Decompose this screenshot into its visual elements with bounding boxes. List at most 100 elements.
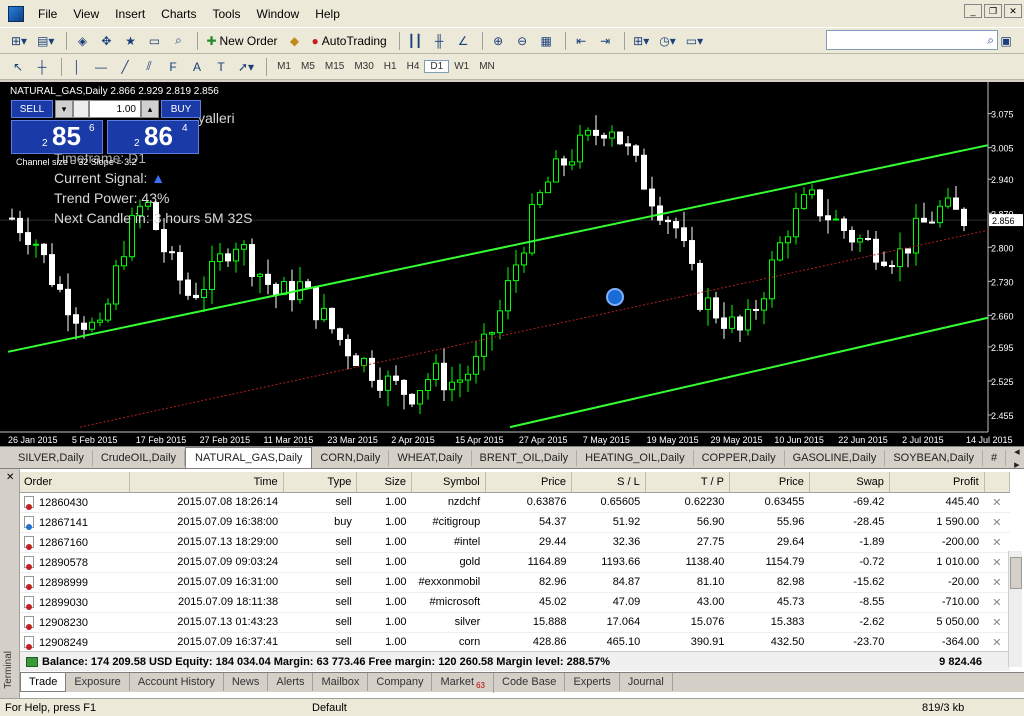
sell-button[interactable]: SELL [11,100,53,118]
tab-experts[interactable]: Experts [565,673,620,691]
lot-increase-icon[interactable]: ▴ [141,100,159,118]
column-header[interactable]: Symbol [411,472,486,493]
column-header[interactable]: Size [356,472,413,493]
zoom-in-icon[interactable]: ⊕ [488,31,508,51]
terminal-close-icon[interactable]: ✕ [6,472,14,483]
terminal-icon[interactable]: ▭ [144,31,164,51]
horizontal-line-icon[interactable]: — [91,57,111,77]
indicators-icon[interactable]: ⊞▾ [630,31,652,51]
column-header[interactable]: Time [129,472,284,493]
zoom-out-icon[interactable]: ⊖ [512,31,532,51]
chart-tab[interactable]: CORN,Daily [312,449,390,466]
table-row[interactable]: 12890578 2015.07.09 09:03:24 sell 1.00 gold 1… [20,552,1010,573]
app-icon[interactable] [8,5,24,22]
candlestick-icon[interactable]: ╫ [429,31,449,51]
timeframe-mn[interactable]: MN [474,61,500,72]
lot-decrease-icon[interactable]: ▾ [55,100,73,118]
tab-company[interactable]: Company [368,673,433,691]
sell-price[interactable]: 2 85 6 [11,120,103,154]
table-row[interactable]: 12908249 2015.07.09 16:37:41 sell 1.00 corn 4… [20,632,1010,653]
chart-window[interactable]: 3.0753.0052.9402.8702.8002.7302.6602.595… [0,82,1024,446]
table-row[interactable]: 12899030 2015.07.09 18:11:38 sell 1.00 #micr… [20,592,1010,613]
tab-journal[interactable]: Journal [620,673,673,691]
column-header[interactable]: Type [283,472,358,493]
chart-tab[interactable]: BRENT_OIL,Daily [472,449,578,466]
timeframe-w1[interactable]: W1 [449,61,474,72]
column-header[interactable]: T / P [645,472,730,493]
arrows-icon[interactable]: ➚▾ [235,57,257,77]
tab-mailbox[interactable]: Mailbox [313,673,369,691]
menu-charts[interactable]: Charts [153,4,204,24]
close-order-icon[interactable]: ✕ [984,572,1010,593]
close-order-icon[interactable]: ✕ [984,632,1010,653]
strategy-tester-icon[interactable]: ⌕ [168,31,188,51]
tab-alerts[interactable]: Alerts [268,673,314,691]
vertical-line-icon[interactable]: │ [67,57,87,77]
chart-tab[interactable]: # [983,449,1007,466]
table-row[interactable]: 12867141 2015.07.09 16:38:00 buy 1.00 #citig… [20,512,1010,533]
chart-tab[interactable]: WHEAT,Daily [389,449,472,466]
timeframe-h4[interactable]: H4 [402,61,425,72]
tab-exposure[interactable]: Exposure [66,673,130,691]
chart-tab[interactable]: HEATING_OIL,Daily [577,449,694,466]
search-icon[interactable]: ⌕ [987,33,994,48]
tab-news[interactable]: News [224,673,269,691]
profiles-icon[interactable]: ▤▾ [34,31,57,51]
close-order-icon[interactable]: ✕ [984,552,1010,573]
timeframe-m1[interactable]: M1 [272,61,296,72]
restore-icon[interactable]: ❐ [984,4,1002,18]
timeframe-m15[interactable]: M15 [320,61,349,72]
templates-icon[interactable]: ▭▾ [683,31,706,51]
column-header[interactable]: S / L [571,472,646,493]
auto-trading-button[interactable]: ● AutoTrading [309,31,390,51]
table-row[interactable]: 12860430 2015.07.08 18:26:14 sell 1.00 nzdch… [20,492,1010,513]
lot-size-input[interactable]: 1.00 [89,100,141,118]
menu-help[interactable]: Help [307,4,348,24]
close-icon[interactable]: ✕ [1004,4,1022,18]
tab-code-base[interactable]: Code Base [494,673,566,691]
new-chart-icon[interactable]: ⊞▾ [8,31,30,51]
chart-shift-icon[interactable]: ⇥ [595,31,615,51]
timeframe-d1[interactable]: D1 [424,60,450,73]
close-order-icon[interactable]: ✕ [984,532,1010,553]
line-chart-icon[interactable]: ∠ [453,31,473,51]
menu-view[interactable]: View [65,4,107,24]
timeframe-h1[interactable]: H1 [379,61,402,72]
data-window-icon[interactable]: ✥ [96,31,116,51]
metaeditor-icon[interactable]: ◆ [285,31,305,51]
fibonacci-icon[interactable]: F [163,57,183,77]
buy-button[interactable]: BUY [161,100,201,118]
minimize-icon[interactable]: _ [964,4,982,18]
crosshair-icon[interactable]: ┼ [32,57,52,77]
text-icon[interactable]: A [187,57,207,77]
market-watch-icon[interactable]: ◈ [72,31,92,51]
chart-tab[interactable]: SILVER,Daily [10,449,93,466]
menu-file[interactable]: File [30,4,65,24]
bar-chart-icon[interactable]: ┃┃ [405,31,425,51]
tile-windows-icon[interactable]: ▦ [536,31,556,51]
close-order-icon[interactable]: ✕ [984,612,1010,633]
trendline-icon[interactable]: ╱ [115,57,135,77]
text-label-icon[interactable]: T [211,57,231,77]
periods-icon[interactable]: ◷▾ [656,31,679,51]
table-row[interactable]: 12908230 2015.07.13 01:43:23 sell 1.00 silve… [20,612,1010,633]
equidistant-channel-icon[interactable]: ⫽ [139,57,159,77]
column-header[interactable]: Order [20,472,130,493]
chart-tab[interactable]: CrudeOIL,Daily [93,449,186,466]
auto-scroll-icon[interactable]: ⇤ [571,31,591,51]
menu-insert[interactable]: Insert [107,4,153,24]
table-row[interactable]: 12867160 2015.07.13 18:29:00 sell 1.00 #inte… [20,532,1010,553]
tab-market[interactable]: Market 63 [432,673,494,694]
menu-window[interactable]: Window [249,4,308,24]
tab-trade[interactable]: Trade [20,673,67,692]
tab-account-history[interactable]: Account History [130,673,224,691]
alert-marker-icon[interactable] [606,288,624,306]
cursor-icon[interactable]: ↖ [8,57,28,77]
close-order-icon[interactable]: ✕ [984,512,1010,533]
new-order-button[interactable]: ✚ New Order [203,31,280,51]
chart-tab[interactable]: GASOLINE,Daily [785,449,886,466]
buy-price[interactable]: 2 86 4 [107,120,199,154]
menu-tools[interactable]: Tools [205,4,249,24]
column-header[interactable]: Profit [889,472,985,493]
close-order-icon[interactable]: ✕ [984,592,1010,613]
